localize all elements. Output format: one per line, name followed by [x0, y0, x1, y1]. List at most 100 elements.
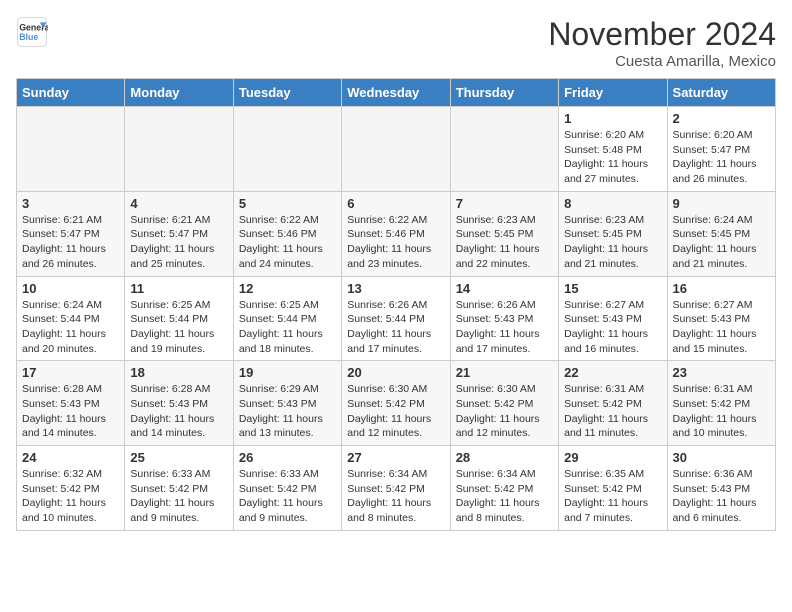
calendar-cell: 6 Sunrise: 6:22 AM Sunset: 5:46 PM Daylig…	[342, 191, 450, 276]
day-info: Sunrise: 6:30 AM Sunset: 5:42 PM Dayligh…	[347, 382, 444, 441]
calendar-cell: 23 Sunrise: 6:31 AM Sunset: 5:42 PM Dayli…	[667, 361, 775, 446]
calendar-week-row: 1 Sunrise: 6:20 AM Sunset: 5:48 PM Daylig…	[17, 107, 776, 192]
day-info: Sunrise: 6:28 AM Sunset: 5:43 PM Dayligh…	[130, 382, 227, 441]
calendar-cell: 16 Sunrise: 6:27 AM Sunset: 5:43 PM Dayli…	[667, 276, 775, 361]
weekday-header: Monday	[125, 79, 233, 107]
calendar-cell: 2 Sunrise: 6:20 AM Sunset: 5:47 PM Daylig…	[667, 107, 775, 192]
day-info: Sunrise: 6:22 AM Sunset: 5:46 PM Dayligh…	[347, 213, 444, 272]
calendar-week-row: 10 Sunrise: 6:24 AM Sunset: 5:44 PM Dayli…	[17, 276, 776, 361]
calendar-cell	[450, 107, 558, 192]
calendar-week-row: 17 Sunrise: 6:28 AM Sunset: 5:43 PM Dayli…	[17, 361, 776, 446]
calendar-cell: 21 Sunrise: 6:30 AM Sunset: 5:42 PM Dayli…	[450, 361, 558, 446]
day-info: Sunrise: 6:34 AM Sunset: 5:42 PM Dayligh…	[347, 467, 444, 526]
day-number: 25	[130, 450, 227, 465]
day-info: Sunrise: 6:26 AM Sunset: 5:44 PM Dayligh…	[347, 298, 444, 357]
day-number: 28	[456, 450, 553, 465]
calendar-cell: 15 Sunrise: 6:27 AM Sunset: 5:43 PM Dayli…	[559, 276, 667, 361]
calendar-cell: 18 Sunrise: 6:28 AM Sunset: 5:43 PM Dayli…	[125, 361, 233, 446]
day-number: 16	[673, 281, 770, 296]
logo-icon: General Blue	[16, 16, 48, 48]
day-info: Sunrise: 6:25 AM Sunset: 5:44 PM Dayligh…	[130, 298, 227, 357]
day-number: 5	[239, 196, 336, 211]
calendar-cell: 7 Sunrise: 6:23 AM Sunset: 5:45 PM Daylig…	[450, 191, 558, 276]
day-info: Sunrise: 6:32 AM Sunset: 5:42 PM Dayligh…	[22, 467, 119, 526]
day-info: Sunrise: 6:22 AM Sunset: 5:46 PM Dayligh…	[239, 213, 336, 272]
day-number: 4	[130, 196, 227, 211]
calendar-cell: 10 Sunrise: 6:24 AM Sunset: 5:44 PM Dayli…	[17, 276, 125, 361]
day-number: 18	[130, 365, 227, 380]
day-info: Sunrise: 6:29 AM Sunset: 5:43 PM Dayligh…	[239, 382, 336, 441]
day-info: Sunrise: 6:27 AM Sunset: 5:43 PM Dayligh…	[564, 298, 661, 357]
calendar-cell: 30 Sunrise: 6:36 AM Sunset: 5:43 PM Dayli…	[667, 446, 775, 531]
day-number: 2	[673, 111, 770, 126]
day-number: 21	[456, 365, 553, 380]
day-number: 15	[564, 281, 661, 296]
calendar-cell: 13Sunrise: 6:26 AM Sunset: 5:44 PM Dayli…	[342, 276, 450, 361]
calendar-cell: 28Sunrise: 6:34 AM Sunset: 5:42 PM Dayli…	[450, 446, 558, 531]
calendar-cell: 20 Sunrise: 6:30 AM Sunset: 5:42 PM Dayli…	[342, 361, 450, 446]
day-number: 23	[673, 365, 770, 380]
calendar-table: SundayMondayTuesdayWednesdayThursdayFrid…	[16, 78, 776, 531]
weekday-header: Saturday	[667, 79, 775, 107]
weekday-header: Thursday	[450, 79, 558, 107]
day-info: Sunrise: 6:24 AM Sunset: 5:45 PM Dayligh…	[673, 213, 770, 272]
day-number: 7	[456, 196, 553, 211]
calendar-cell: 27 Sunrise: 6:34 AM Sunset: 5:42 PM Dayli…	[342, 446, 450, 531]
calendar-cell: 9 Sunrise: 6:24 AM Sunset: 5:45 PM Daylig…	[667, 191, 775, 276]
day-info: Sunrise: 6:33 AM Sunset: 5:42 PM Dayligh…	[130, 467, 227, 526]
day-info: Sunrise: 6:20 AM Sunset: 5:48 PM Dayligh…	[564, 128, 661, 187]
day-number: 24	[22, 450, 119, 465]
day-number: 14	[456, 281, 553, 296]
day-info: Sunrise: 6:23 AM Sunset: 5:45 PM Dayligh…	[564, 213, 661, 272]
day-number: 27	[347, 450, 444, 465]
calendar-cell: 4 Sunrise: 6:21 AM Sunset: 5:47 PM Daylig…	[125, 191, 233, 276]
day-info: Sunrise: 6:20 AM Sunset: 5:47 PM Dayligh…	[673, 128, 770, 187]
day-info: Sunrise: 6:24 AM Sunset: 5:44 PM Dayligh…	[22, 298, 119, 357]
day-info: Sunrise: 6:35 AM Sunset: 5:42 PM Dayligh…	[564, 467, 661, 526]
day-number: 20	[347, 365, 444, 380]
calendar-cell: 8Sunrise: 6:23 AM Sunset: 5:45 PM Daylig…	[559, 191, 667, 276]
day-info: Sunrise: 6:28 AM Sunset: 5:43 PM Dayligh…	[22, 382, 119, 441]
calendar-cell: 19 Sunrise: 6:29 AM Sunset: 5:43 PM Dayli…	[233, 361, 341, 446]
calendar-cell: 29 Sunrise: 6:35 AM Sunset: 5:42 PM Dayli…	[559, 446, 667, 531]
day-info: Sunrise: 6:30 AM Sunset: 5:42 PM Dayligh…	[456, 382, 553, 441]
day-number: 1	[564, 111, 661, 126]
day-info: Sunrise: 6:27 AM Sunset: 5:43 PM Dayligh…	[673, 298, 770, 357]
calendar-cell: 11Sunrise: 6:25 AM Sunset: 5:44 PM Dayli…	[125, 276, 233, 361]
day-number: 12	[239, 281, 336, 296]
calendar-cell	[342, 107, 450, 192]
day-number: 9	[673, 196, 770, 211]
day-info: Sunrise: 6:33 AM Sunset: 5:42 PM Dayligh…	[239, 467, 336, 526]
title-block: November 2024 Cuesta Amarilla, Mexico	[548, 16, 776, 70]
weekday-header-row: SundayMondayTuesdayWednesdayThursdayFrid…	[17, 79, 776, 107]
calendar-cell: 17 Sunrise: 6:28 AM Sunset: 5:43 PM Dayli…	[17, 361, 125, 446]
calendar-cell	[233, 107, 341, 192]
month-title: November 2024	[548, 16, 776, 53]
day-number: 29	[564, 450, 661, 465]
day-info: Sunrise: 6:31 AM Sunset: 5:42 PM Dayligh…	[564, 382, 661, 441]
calendar-week-row: 3Sunrise: 6:21 AM Sunset: 5:47 PM Daylig…	[17, 191, 776, 276]
calendar-cell: 12Sunrise: 6:25 AM Sunset: 5:44 PM Dayli…	[233, 276, 341, 361]
weekday-header: Tuesday	[233, 79, 341, 107]
day-info: Sunrise: 6:31 AM Sunset: 5:42 PM Dayligh…	[673, 382, 770, 441]
day-number: 10	[22, 281, 119, 296]
day-info: Sunrise: 6:26 AM Sunset: 5:43 PM Dayligh…	[456, 298, 553, 357]
weekday-header: Wednesday	[342, 79, 450, 107]
day-number: 6	[347, 196, 444, 211]
calendar-cell: 5 Sunrise: 6:22 AM Sunset: 5:46 PM Daylig…	[233, 191, 341, 276]
day-info: Sunrise: 6:21 AM Sunset: 5:47 PM Dayligh…	[130, 213, 227, 272]
day-number: 17	[22, 365, 119, 380]
calendar-cell: 3Sunrise: 6:21 AM Sunset: 5:47 PM Daylig…	[17, 191, 125, 276]
day-number: 22	[564, 365, 661, 380]
day-info: Sunrise: 6:23 AM Sunset: 5:45 PM Dayligh…	[456, 213, 553, 272]
calendar-cell: 24 Sunrise: 6:32 AM Sunset: 5:42 PM Dayli…	[17, 446, 125, 531]
calendar-cell: 1 Sunrise: 6:20 AM Sunset: 5:48 PM Daylig…	[559, 107, 667, 192]
calendar-cell: 14 Sunrise: 6:26 AM Sunset: 5:43 PM Dayli…	[450, 276, 558, 361]
day-info: Sunrise: 6:21 AM Sunset: 5:47 PM Dayligh…	[22, 213, 119, 272]
day-number: 30	[673, 450, 770, 465]
location-title: Cuesta Amarilla, Mexico	[548, 53, 776, 70]
day-info: Sunrise: 6:36 AM Sunset: 5:43 PM Dayligh…	[673, 467, 770, 526]
calendar-cell	[125, 107, 233, 192]
calendar-week-row: 24 Sunrise: 6:32 AM Sunset: 5:42 PM Dayli…	[17, 446, 776, 531]
day-number: 19	[239, 365, 336, 380]
